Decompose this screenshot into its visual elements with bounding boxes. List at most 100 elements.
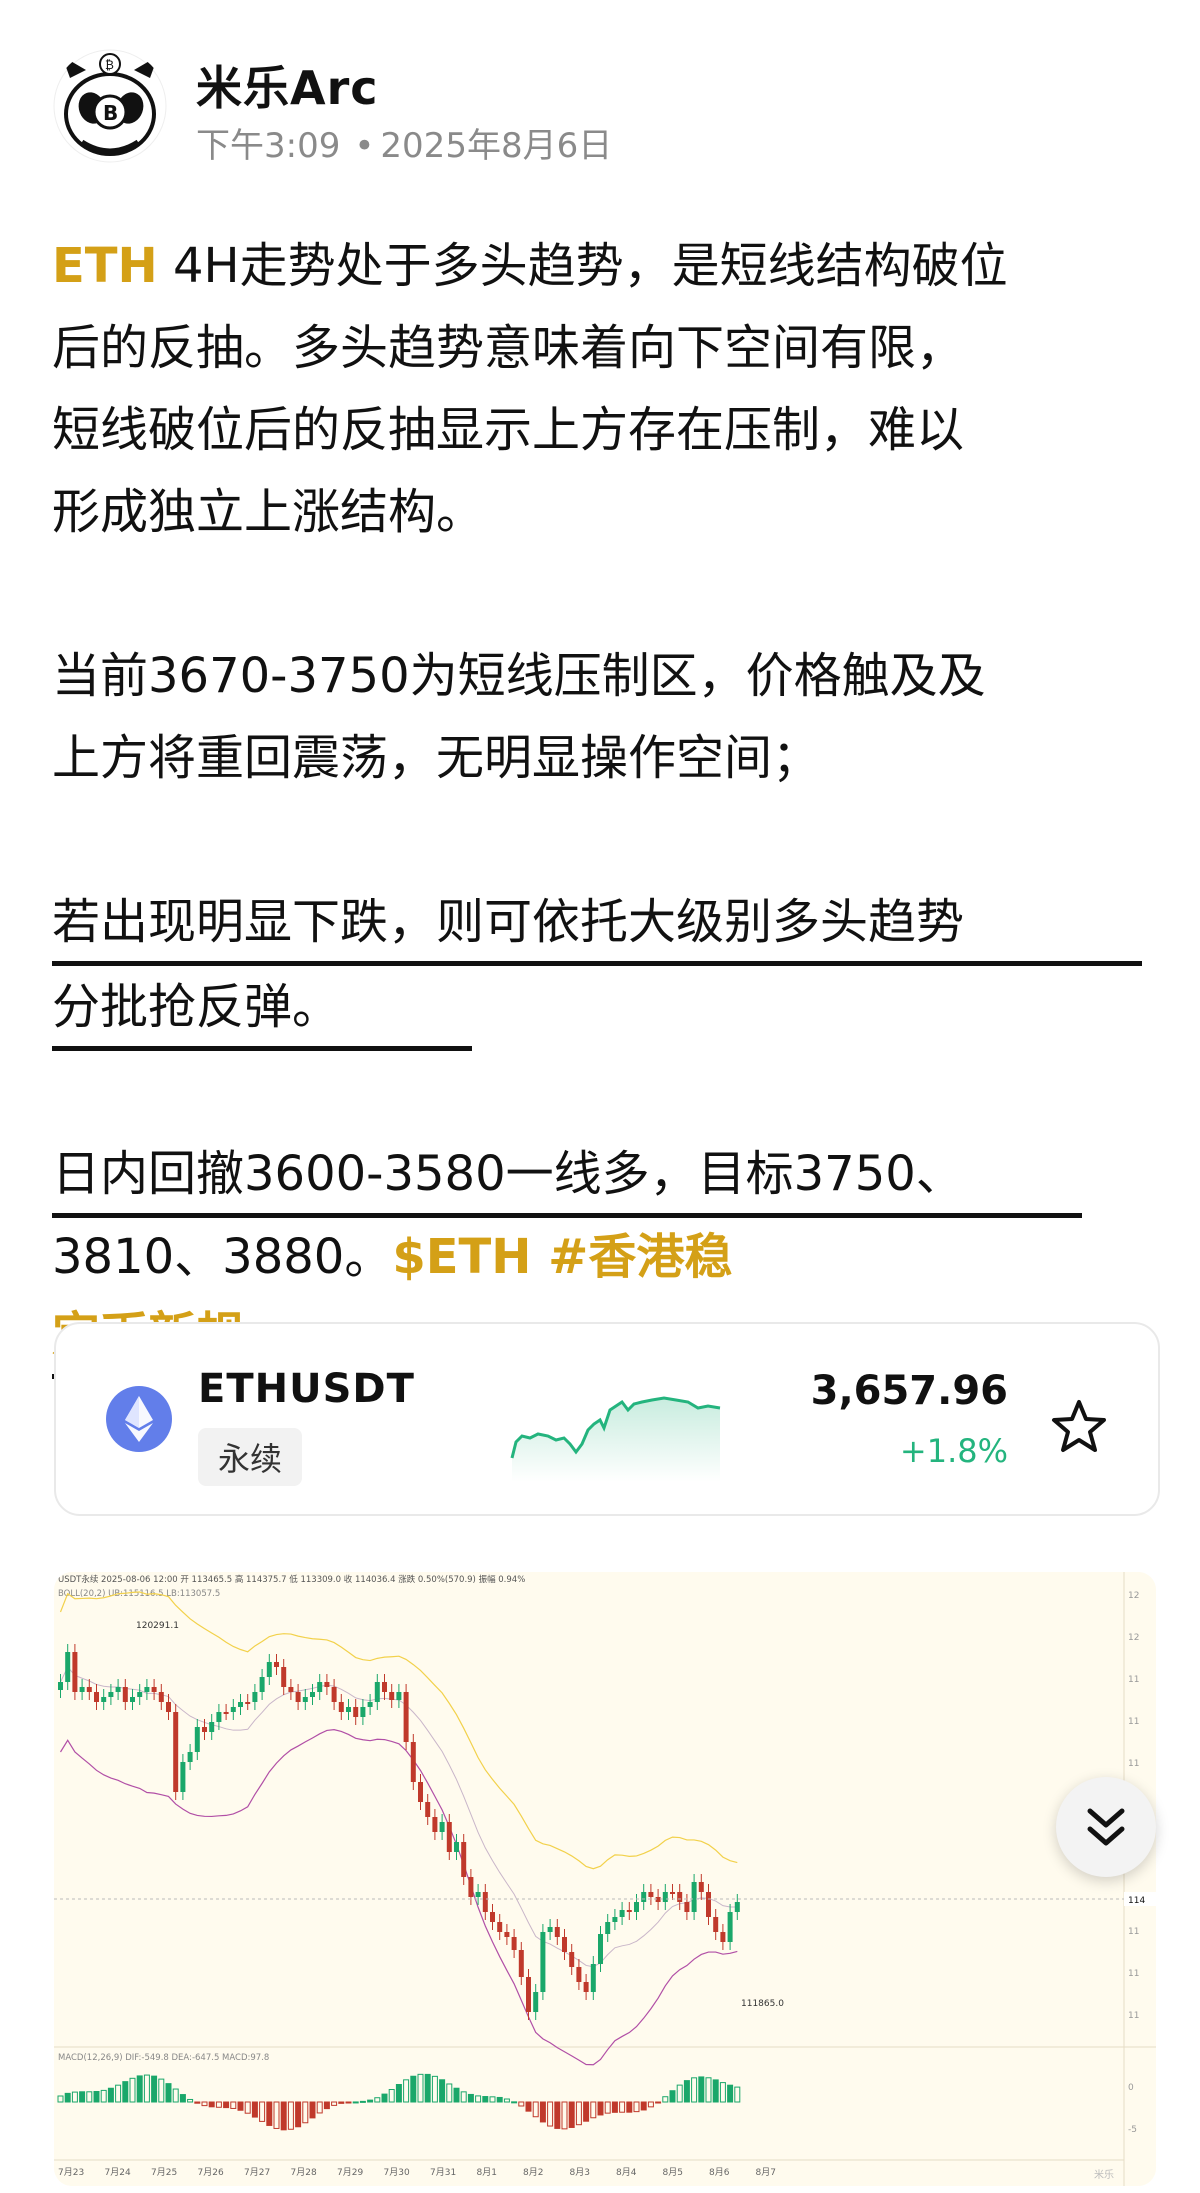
candle-body: [641, 1892, 647, 1902]
svg-text:B: B: [103, 101, 118, 125]
text-line: 后的反抽。多头趋势意味着向下空间有限，: [52, 320, 965, 376]
macd-bar: [165, 2083, 172, 2103]
macd-bar: [295, 2101, 302, 2128]
macd-bar: [309, 2101, 316, 2119]
post-body: ETH 4H走势处于多头趋势，是短线结构破位 后的反抽。多头趋势意味着向下空间有…: [52, 225, 1162, 1379]
candle-body: [634, 1902, 639, 1912]
coin-tag[interactable]: ETH: [52, 238, 158, 294]
ticker-card[interactable]: ETHUSDT 永续 3,657.96 +1.8%: [54, 1322, 1160, 1516]
candle-body: [684, 1902, 690, 1912]
macd-bar: [266, 2101, 273, 2126]
macd-bar: [727, 2084, 734, 2103]
contract-type-badge: 永续: [198, 1428, 303, 1486]
underlined-line: 日内回撤3600-3580一线多，目标3750、: [52, 1135, 1082, 1218]
candle-body: [713, 1917, 719, 1932]
candle-body: [130, 1697, 135, 1702]
candle-body: [158, 1692, 164, 1702]
text-line: 上方将重回震荡，无明显操作空间；: [52, 730, 821, 786]
x-axis-label: 8月5: [663, 2167, 683, 2178]
author-name[interactable]: 米乐Arc: [196, 52, 379, 118]
macd-bar: [64, 2092, 71, 2103]
candle-body: [108, 1692, 114, 1697]
watermark: 米乐: [1094, 2168, 1114, 2181]
candle-body: [626, 1910, 632, 1912]
macd-bar: [352, 2101, 359, 2104]
macd-bar: [424, 2073, 431, 2103]
candle-body: [331, 1687, 337, 1702]
macd-bar: [395, 2084, 402, 2103]
separator-dot: •: [354, 126, 375, 166]
x-axis-label: 7月23: [58, 2167, 84, 2178]
candle-body: [194, 1727, 200, 1752]
macd-bar: [683, 2080, 690, 2103]
scroll-down-button[interactable]: [1056, 1777, 1156, 1877]
kline-chart-image[interactable]: USDT永续 2025-08-06 12:00 开 113465.5 高 114…: [54, 1572, 1156, 2186]
x-axis-label: 7月26: [198, 2167, 224, 2178]
candle-body: [166, 1702, 171, 1712]
boll-legend: BOLL(20,2) UB:115116.5 LB:113057.5: [58, 1589, 220, 1599]
candle-body: [533, 1992, 539, 2012]
x-axis-label: 7月25: [151, 2167, 177, 2178]
x-axis-label: 8月1: [477, 2167, 497, 2178]
candle-body: [346, 1707, 351, 1712]
panda-avatar-icon: B ₿: [53, 49, 167, 163]
macd-bar: [223, 2101, 230, 2109]
candle-body: [137, 1692, 143, 1697]
candle-body: [252, 1692, 258, 1702]
post-meta: 下午3:09 • 2025年8月6日: [196, 118, 612, 167]
macd-legend: MACD(12,26,9) DIF:-549.8 DEA:-647.5 MACD…: [58, 2053, 269, 2063]
candle-body: [446, 1822, 452, 1852]
candle-body: [490, 1912, 495, 1922]
candle-body: [418, 1782, 423, 1802]
candle-body: [389, 1692, 395, 1700]
macd-bar: [367, 2099, 374, 2103]
text-line: 3810、3880。: [52, 1229, 393, 1285]
svg-text:11: 11: [1128, 1969, 1139, 1979]
svg-text:11: 11: [1128, 1717, 1139, 1727]
macd-bar: [122, 2081, 129, 2103]
candle-body: [727, 1912, 733, 1942]
candle-body: [180, 1762, 186, 1792]
macd-bar: [93, 2091, 100, 2103]
svg-text:11: 11: [1128, 1927, 1139, 1937]
candle-body: [454, 1842, 459, 1852]
macd-bar: [467, 2093, 474, 2103]
candle-body: [209, 1722, 215, 1732]
candle-body: [122, 1687, 128, 1702]
macd-bar: [496, 2096, 503, 2103]
candle-body: [360, 1707, 366, 1717]
post-time: 下午3:09: [196, 126, 341, 166]
candle-body: [151, 1687, 157, 1692]
candle-body: [266, 1662, 272, 1677]
candle-body: [540, 1932, 546, 1992]
candle-body: [475, 1892, 481, 1897]
macd-bar: [626, 2101, 633, 2113]
macd-bar: [669, 2090, 676, 2103]
ticker-change: +1.8%: [899, 1432, 1008, 1470]
candle-body: [662, 1892, 668, 1902]
candle-body: [382, 1682, 387, 1692]
macd-bar: [237, 2101, 244, 2111]
candle-body: [432, 1817, 438, 1832]
macd-bar: [712, 2079, 719, 2103]
svg-text:11: 11: [1128, 1759, 1139, 1769]
double-chevron-down-icon: [1087, 1808, 1125, 1846]
candle-body: [590, 1964, 596, 1992]
star-icon[interactable]: [1050, 1398, 1108, 1456]
candle-body: [245, 1702, 251, 1704]
avatar[interactable]: B ₿: [52, 48, 168, 164]
candle-body: [187, 1752, 193, 1762]
macd-bar: [583, 2101, 590, 2122]
macd-bar: [179, 2094, 186, 2103]
candle-body: [65, 1652, 71, 1682]
x-axis-label: 7月31: [430, 2167, 456, 2178]
candle-body: [288, 1687, 294, 1692]
candle-body: [569, 1952, 575, 1967]
macd-bar: [655, 2101, 662, 2104]
x-axis-label: 8月4: [616, 2167, 637, 2178]
svg-text:11: 11: [1128, 2011, 1139, 2021]
candle-body: [410, 1742, 416, 1782]
text-line: 当前3670-3750为短线压制区，价格触及及: [52, 648, 986, 704]
svg-text:114: 114: [1128, 1896, 1145, 1906]
macd-bar: [597, 2101, 604, 2116]
